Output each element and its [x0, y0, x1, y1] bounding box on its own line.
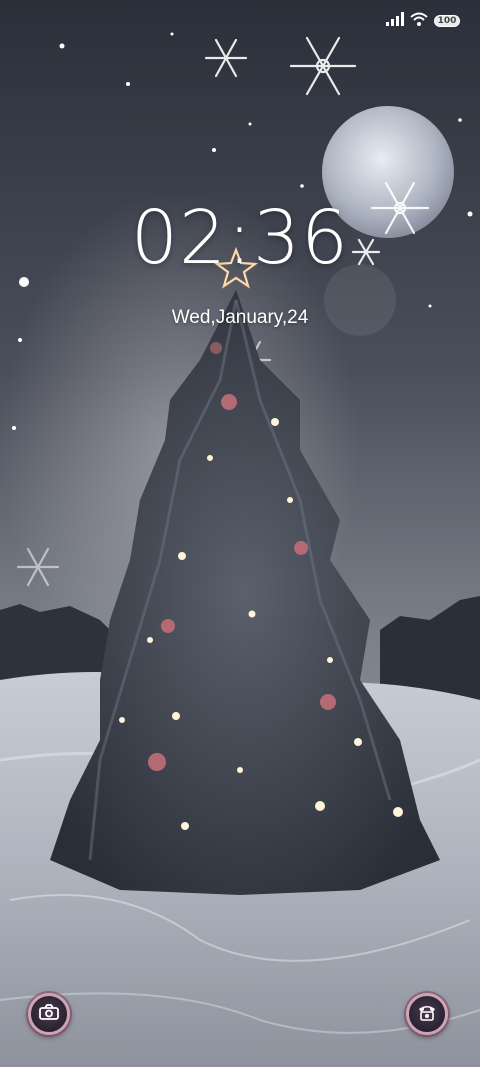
- status-bar: 100: [386, 10, 460, 32]
- lockscreen-date: Wed,January,24: [171, 307, 309, 328]
- phone-shortcut-button[interactable]: [406, 993, 448, 1035]
- christmas-tree-wallpaper: [0, 0, 480, 1067]
- phone-icon: [417, 1003, 437, 1026]
- wifi-icon: [410, 12, 428, 31]
- signal-bars-icon: [386, 11, 404, 31]
- lockscreen-clock: 02:36: [130, 195, 350, 281]
- camera-shortcut-button[interactable]: [28, 993, 70, 1035]
- camera-icon: [39, 1003, 59, 1025]
- battery-indicator: 100: [434, 15, 460, 27]
